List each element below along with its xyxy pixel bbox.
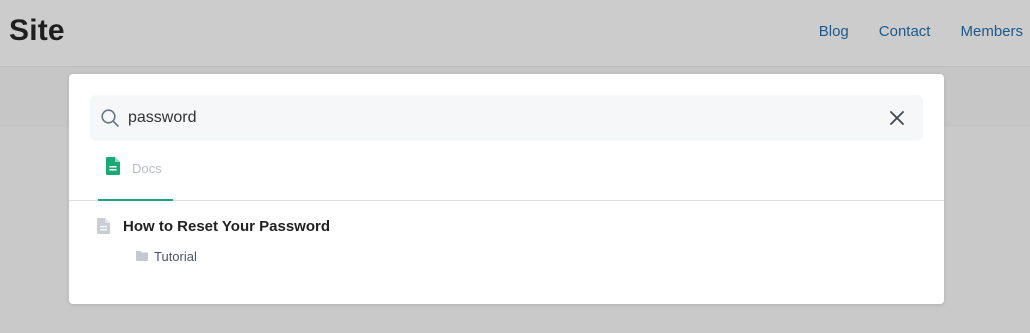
tab-docs[interactable]: Docs bbox=[98, 149, 173, 201]
document-icon bbox=[106, 157, 120, 180]
search-modal: Docs How to Reset Your Password Tutorial bbox=[69, 74, 944, 304]
close-icon bbox=[890, 111, 904, 125]
search-result-item[interactable]: How to Reset Your Password Tutorial bbox=[69, 209, 944, 269]
result-category: Tutorial bbox=[136, 248, 197, 264]
result-tabs: Docs bbox=[69, 149, 944, 201]
search-input[interactable] bbox=[128, 104, 868, 132]
result-title[interactable]: How to Reset Your Password bbox=[123, 218, 330, 235]
search-bar bbox=[90, 95, 923, 141]
site-nav: Blog Contact Members bbox=[789, 23, 1023, 40]
site-title[interactable]: Site bbox=[9, 14, 65, 48]
nav-link-contact[interactable]: Contact bbox=[879, 23, 931, 40]
tab-docs-label: Docs bbox=[132, 161, 162, 176]
clear-search-button[interactable] bbox=[885, 106, 909, 130]
nav-link-blog[interactable]: Blog bbox=[819, 23, 849, 40]
search-icon bbox=[100, 108, 120, 128]
document-icon bbox=[97, 218, 110, 239]
result-category-label: Tutorial bbox=[154, 248, 197, 264]
nav-link-members[interactable]: Members bbox=[960, 23, 1023, 40]
folder-icon bbox=[136, 251, 148, 261]
site-header: Site Blog Contact Members bbox=[0, 0, 1030, 67]
